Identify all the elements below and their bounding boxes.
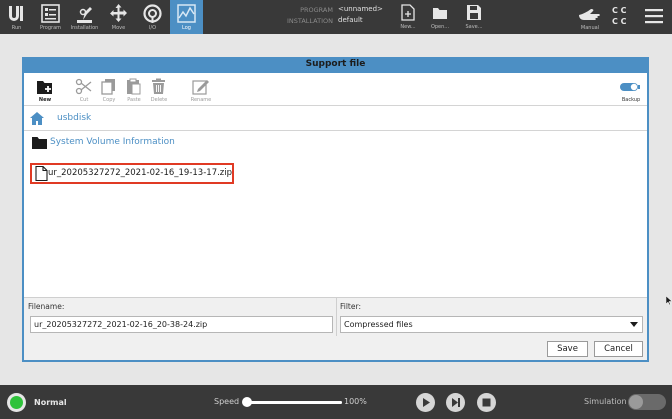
simulation-toggle[interactable] xyxy=(628,394,666,410)
control-indicator: C C C C xyxy=(612,6,627,26)
robot-status: Normal xyxy=(34,398,67,407)
backup-label: Backup xyxy=(621,97,641,103)
mode-label: Manual xyxy=(580,25,600,31)
nav-log[interactable]: Log xyxy=(170,0,203,34)
status-bar: Normal Speed 100% Simulation xyxy=(0,385,672,419)
filter-value: Compressed files xyxy=(344,320,413,329)
filter-label: Filter: xyxy=(340,302,361,311)
file-icon xyxy=(35,166,48,181)
dialog-body: New Cut Copy Paste Delete Rename Backup … xyxy=(24,73,647,360)
speed-value: 100% xyxy=(344,397,367,406)
power-button[interactable] xyxy=(7,393,26,412)
rename-label: Rename xyxy=(190,97,212,103)
chevron-down-icon xyxy=(630,322,638,327)
footer-divider xyxy=(336,298,337,336)
mode-button[interactable]: Manual xyxy=(575,0,605,34)
copy-icon xyxy=(101,79,115,95)
nav-label: I/O xyxy=(148,25,157,31)
open-program-button[interactable]: Open... xyxy=(425,0,455,34)
speed-label: Speed xyxy=(214,397,240,406)
installation-value: default xyxy=(338,16,363,24)
nav-label: Move xyxy=(111,25,126,31)
file-list: System Volume Information ur_20205327272… xyxy=(24,132,647,296)
list-item-folder[interactable]: System Volume Information xyxy=(32,134,332,152)
dialog-footer: Filename: Filter: Compressed files Save … xyxy=(24,297,647,360)
folder-open-icon xyxy=(433,8,447,19)
save-button[interactable]: Save xyxy=(547,341,588,357)
stop-icon xyxy=(482,398,491,407)
trash-icon xyxy=(152,78,165,94)
cancel-button[interactable]: Cancel xyxy=(594,341,643,357)
hand-icon xyxy=(579,9,600,20)
save-icon xyxy=(467,5,481,20)
dialog-title: Support file xyxy=(305,59,366,69)
home-icon[interactable] xyxy=(30,112,44,125)
nav-label: Run xyxy=(11,25,22,31)
new-program-label: New... xyxy=(400,24,416,30)
path-bar: usbdisk xyxy=(24,107,647,131)
folder-icon xyxy=(32,137,47,149)
speed-slider-thumb[interactable] xyxy=(242,397,252,407)
nav-label: Log xyxy=(182,25,191,31)
menu-button[interactable] xyxy=(643,6,665,26)
simulation-toggle-knob xyxy=(629,395,643,409)
nav-move[interactable]: Move xyxy=(102,0,135,34)
list-item-file[interactable]: ur_20205327272_2021-02-16_19-13-17.zip xyxy=(30,163,234,184)
filename-input[interactable] xyxy=(30,316,333,333)
new-program-button[interactable]: New... xyxy=(393,0,423,34)
top-bar: Run Program Installation Move I/O Log PR… xyxy=(0,0,672,34)
installation-label: INSTALLATION xyxy=(286,17,333,25)
new-folder-button[interactable]: New xyxy=(28,73,62,106)
nav-label: Installation xyxy=(70,25,99,31)
delete-label: Delete xyxy=(150,97,168,103)
save-program-label: Save... xyxy=(465,24,483,30)
current-path[interactable]: usbdisk xyxy=(57,113,91,123)
program-value: <unnamed> xyxy=(338,5,383,13)
nav-label: Program xyxy=(39,25,62,31)
step-forward-icon xyxy=(452,398,460,407)
play-button[interactable] xyxy=(416,393,435,412)
support-file-dialog: Support file New Cut Copy Paste Delete R… xyxy=(22,57,649,362)
speed-slider[interactable] xyxy=(247,401,342,404)
save-program-button[interactable]: Save... xyxy=(459,0,489,34)
open-program-label: Open... xyxy=(430,24,450,30)
backup-button[interactable]: Backup xyxy=(614,73,648,106)
backup-toggle-icon xyxy=(620,83,640,91)
mouse-cursor-icon xyxy=(666,296,672,306)
step-button[interactable] xyxy=(446,393,465,412)
nav-installation[interactable]: Installation xyxy=(68,0,101,34)
file-toolbar: New Cut Copy Paste Delete Rename Backup xyxy=(24,73,647,106)
filter-dropdown[interactable]: Compressed files xyxy=(340,316,643,333)
hamburger-menu-icon xyxy=(645,9,663,24)
io-icon xyxy=(143,4,162,23)
installation-icon xyxy=(77,7,92,23)
scissors-icon xyxy=(75,78,92,95)
nav-io[interactable]: I/O xyxy=(136,0,169,34)
simulation-label: Simulation xyxy=(584,397,627,406)
file-name: ur_20205327272_2021-02-16_19-13-17.zip xyxy=(48,168,233,178)
nav-run[interactable]: Run xyxy=(0,0,33,34)
new-file-icon xyxy=(401,4,415,21)
rename-button[interactable]: Rename xyxy=(184,73,218,106)
speed-slider-fill xyxy=(247,401,342,404)
program-icon xyxy=(41,4,60,23)
new-folder-icon xyxy=(37,81,52,94)
power-status-icon xyxy=(10,396,23,409)
folder-name: System Volume Information xyxy=(50,137,175,147)
delete-button[interactable]: Delete xyxy=(142,73,176,106)
play-icon xyxy=(423,398,430,407)
new-label: New xyxy=(38,97,52,103)
log-icon xyxy=(177,4,196,23)
paste-icon xyxy=(127,78,141,95)
rename-icon xyxy=(192,80,209,95)
nav-program[interactable]: Program xyxy=(34,0,67,34)
program-label: PROGRAM xyxy=(300,6,333,14)
move-icon xyxy=(110,4,127,22)
ur-logo-icon xyxy=(9,6,23,21)
filename-label: Filename: xyxy=(28,302,65,311)
stop-button[interactable] xyxy=(477,393,496,412)
